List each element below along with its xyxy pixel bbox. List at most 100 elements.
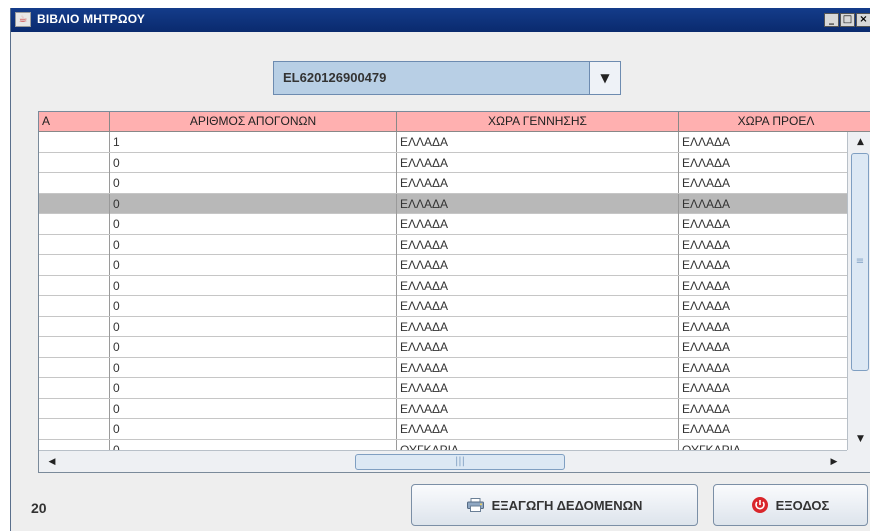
table-cell: ΕΛΛΑΔΑ <box>682 360 731 375</box>
table-cell: ΕΛΛΑΔΑ <box>682 340 731 354</box>
table-cell: ΕΛΛΑΔΑ <box>397 132 679 152</box>
printer-icon <box>466 498 484 512</box>
column-header[interactable]: ΧΩΡΑ ΓΕΝΝΗΣΗΣ <box>397 112 679 131</box>
table-cell: 0 <box>110 152 397 173</box>
scroll-left-icon[interactable]: ◀ <box>43 453 61 471</box>
table-cell: 0 <box>110 173 397 193</box>
table-cell: ΕΛΛΑΔΑ <box>682 278 731 293</box>
table-row[interactable]: 0 ΕΛΛΑΔΑ ΕΛΛΑΔΑ <box>39 316 847 337</box>
table-row[interactable]: 0 ΕΛΛΑΔΑ ΕΛΛΑΔΑ <box>39 337 847 358</box>
exit-button[interactable]: ΕΞΟΔΟΣ <box>713 484 868 526</box>
table-cell <box>39 296 110 316</box>
main-window: ☕ ΒΙΒΛΙΟ ΜΗΤΡΩΟΥ _ □ × EL620126900479 ▼ … <box>10 8 870 531</box>
table-cell: ΕΛΛΑΔΑ <box>682 422 731 436</box>
table-header: Α ΑΡΙΘΜΟΣ ΑΠΟΓΟΝΩΝ ΧΩΡΑ ΓΕΝΝΗΣΗΣ ΧΩΡΑ ΠΡ… <box>39 112 870 132</box>
export-button-label: ΕΞΑΓΩΓΗ ΔΕΔΟΜΕΝΩΝ <box>491 497 643 513</box>
table-row[interactable]: 0 ΕΛΛΑΔΑ ΕΛΛΑΔΑ <box>39 152 847 173</box>
table-cell: ΕΛΛΑΔΑ <box>682 155 731 170</box>
table-cell: 0 <box>110 275 397 296</box>
table-cell <box>39 337 110 357</box>
table-cell: ΕΛΛΑΔΑ <box>397 173 679 193</box>
close-button[interactable]: × <box>856 13 870 27</box>
table-cell <box>39 357 110 378</box>
table-cell: 0 <box>110 316 397 337</box>
table-cell: ΕΛΛΑΔΑ <box>682 299 731 313</box>
table-cell: ΕΛΛΑΔΑ <box>397 419 679 439</box>
table-cell: 0 <box>110 378 397 398</box>
table-cell: ΕΛΛΑΔΑ <box>682 381 731 395</box>
table-row[interactable]: 0 ΕΛΛΑΔΑ ΕΛΛΑΔΑ <box>39 357 847 378</box>
record-selector-combobox[interactable]: EL620126900479 ▼ <box>273 61 621 95</box>
table-cell: 0 <box>110 193 397 214</box>
column-header[interactable]: ΧΩΡΑ ΠΡΟΕΛ <box>679 112 870 131</box>
table-cell: ΕΛΛΑΔΑ <box>682 135 731 149</box>
vertical-scrollbar[interactable]: ▲ ≡ ▼ <box>847 132 870 450</box>
table-cell: ΕΛΛΑΔΑ <box>397 214 679 234</box>
table-cell: ΕΛΛΑΔΑ <box>397 357 679 378</box>
maximize-button[interactable]: □ <box>840 13 855 27</box>
record-count: 20 <box>31 500 47 516</box>
table-cell: ΕΛΛΑΔΑ <box>397 234 679 255</box>
vertical-scroll-thumb[interactable]: ≡ <box>851 153 869 371</box>
scroll-right-icon[interactable]: ▶ <box>825 453 843 471</box>
horizontal-scroll-thumb[interactable]: ||| <box>355 454 565 470</box>
column-header[interactable]: Α <box>39 112 110 131</box>
table-row[interactable]: 0 ΕΛΛΑΔΑ ΕΛΛΑΔΑ <box>39 398 847 419</box>
title-bar[interactable]: ☕ ΒΙΒΛΙΟ ΜΗΤΡΩΟΥ _ □ × <box>11 8 870 32</box>
combo-selected-value: EL620126900479 <box>283 70 387 85</box>
table-cell: ΕΛΛΑΔΑ <box>682 319 731 334</box>
table-cell: ΕΛΛΑΔΑ <box>682 237 731 252</box>
table-cell: ΕΛΛΑΔΑ <box>397 398 679 419</box>
table-cell: ΕΛΛΑΔΑ <box>397 152 679 173</box>
table-row[interactable]: 1 ΕΛΛΑΔΑ ΕΛΛΑΔΑ <box>39 132 847 153</box>
table-row[interactable]: 0 ΕΛΛΑΔΑ ΕΛΛΑΔΑ <box>39 234 847 255</box>
table-row[interactable]: 0 ΕΛΛΑΔΑ ΕΛΛΑΔΑ <box>39 173 847 194</box>
table-cell: ΕΛΛΑΔΑ <box>397 255 679 275</box>
table-cell: ΕΛΛΑΔΑ <box>397 275 679 296</box>
table-cell: 0 <box>110 398 397 419</box>
exit-button-label: ΕΞΟΔΟΣ <box>775 497 830 513</box>
scroll-up-icon[interactable]: ▲ <box>850 134 870 151</box>
table-cell: ΕΛΛΑΔΑ <box>397 378 679 398</box>
table-cell: 1 <box>110 132 397 152</box>
table-row[interactable]: 0 ΕΛΛΑΔΑ ΕΛΛΑΔΑ <box>39 255 847 276</box>
horizontal-scrollbar[interactable]: ◀ ||| ▶ <box>39 450 847 472</box>
table-row[interactable]: 0 ΕΛΛΑΔΑ ΕΛΛΑΔΑ <box>39 214 847 235</box>
table-cell <box>39 255 110 275</box>
exit-icon <box>751 497 768 513</box>
table-cell: ΕΛΛΑΔΑ <box>682 258 731 272</box>
minimize-button[interactable]: _ <box>824 13 839 27</box>
table-cell <box>39 378 110 398</box>
table-cell <box>39 193 110 214</box>
table-row[interactable]: 0 ΕΛΛΑΔΑ ΕΛΛΑΔΑ <box>39 378 847 399</box>
table-cell: 0 <box>110 214 397 234</box>
table-cell: ΕΛΛΑΔΑ <box>682 176 731 190</box>
table-cell: 0 <box>110 419 397 439</box>
column-header[interactable]: ΑΡΙΘΜΟΣ ΑΠΟΓΟΝΩΝ <box>110 112 397 131</box>
table-row[interactable]: 0 ΕΛΛΑΔΑ ΕΛΛΑΔΑ <box>39 275 847 296</box>
table-cell: 0 <box>110 234 397 255</box>
data-table[interactable]: Α ΑΡΙΘΜΟΣ ΑΠΟΓΟΝΩΝ ΧΩΡΑ ΓΕΝΝΗΣΗΣ ΧΩΡΑ ΠΡ… <box>38 111 870 473</box>
table-row[interactable]: 0 ΕΛΛΑΔΑ ΕΛΛΑΔΑ <box>39 193 847 214</box>
java-app-icon: ☕ <box>15 12 31 27</box>
dropdown-button[interactable]: ▼ <box>589 62 620 94</box>
table-cell <box>39 214 110 234</box>
table-cell <box>39 234 110 255</box>
table-cell: ΕΛΛΑΔΑ <box>682 217 731 231</box>
table-cell: ΕΛΛΑΔΑ <box>397 316 679 337</box>
triangle-down-icon: ▼ <box>600 71 610 85</box>
export-data-button[interactable]: ΕΞΑΓΩΓΗ ΔΕΔΟΜΕΝΩΝ <box>411 484 698 526</box>
scroll-down-icon[interactable]: ▼ <box>850 431 870 448</box>
table-row[interactable]: 0 ΕΛΛΑΔΑ ΕΛΛΑΔΑ <box>39 296 847 317</box>
table-cell: 0 <box>110 255 397 275</box>
table-cell: ΕΛΛΑΔΑ <box>397 337 679 357</box>
table-cell <box>39 419 110 439</box>
table-cell: 0 <box>110 357 397 378</box>
table-cell: ΕΛΛΑΔΑ <box>682 401 731 416</box>
table-row[interactable]: 0 ΕΛΛΑΔΑ ΕΛΛΑΔΑ <box>39 419 847 440</box>
table-cell: ΕΛΛΑΔΑ <box>397 296 679 316</box>
table-cell: 0 <box>110 337 397 357</box>
table-cell: 0 <box>110 296 397 316</box>
table-cell <box>39 275 110 296</box>
table-cell <box>39 398 110 419</box>
